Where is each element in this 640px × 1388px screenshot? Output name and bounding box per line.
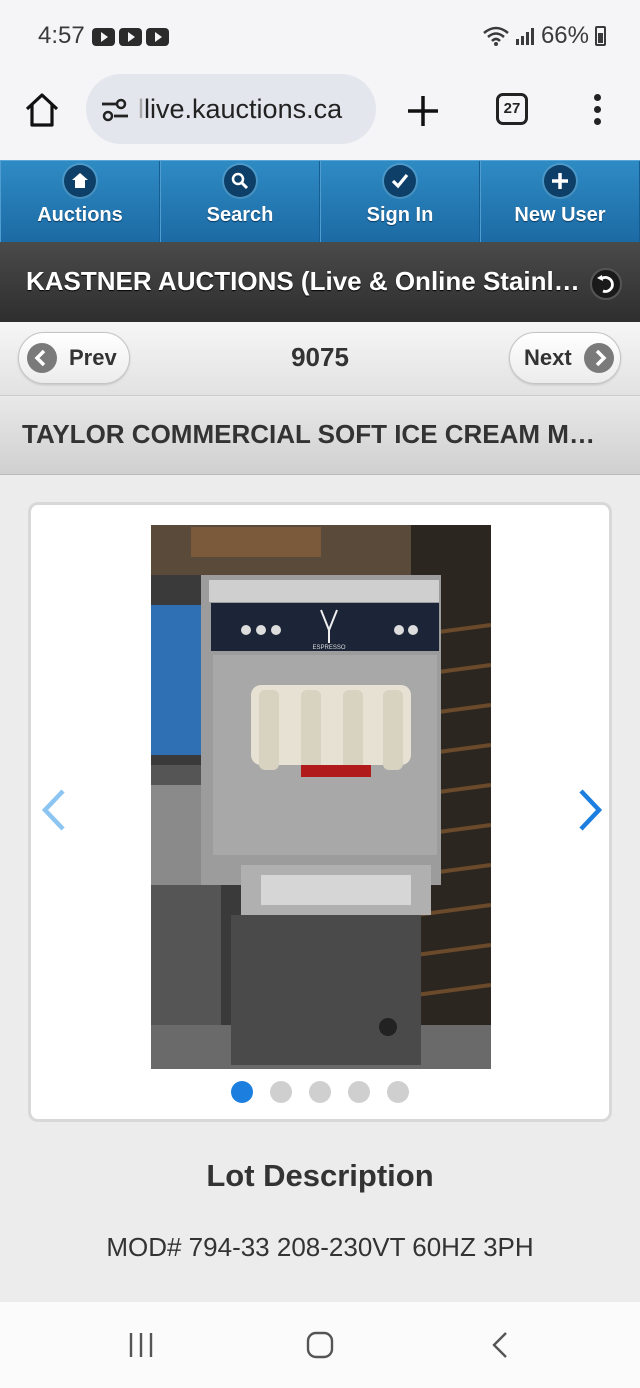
return-icon[interactable] [590,268,622,300]
photo-dot[interactable] [348,1081,370,1103]
lot-photo[interactable]: ESPRESSO [151,525,491,1069]
prev-label: Prev [69,345,117,370]
status-bar: 4:57 66% [0,0,640,72]
youtube-icon [92,28,115,46]
machine-logo-text: ESPRESSO [312,645,345,651]
plus-icon [544,165,576,197]
url-host: live.kauctions.ca [144,94,343,124]
chevron-left-icon [27,343,57,373]
lot-description-heading: Lot Description [206,1158,434,1193]
nav-item-sign-in[interactable]: Sign In [320,161,480,242]
status-time: 4:57 [38,22,85,49]
address-bar[interactable]: llive.kauctions.ca [86,74,376,144]
photo-dot[interactable] [387,1081,409,1103]
nav-label-new-user: New User [514,204,606,226]
search-icon [224,165,256,197]
lot-description: MOD# 794-33 208-230VT 60HZ 3PH [106,1232,534,1262]
system-nav-bar [0,1302,640,1388]
photo-dot[interactable] [309,1081,331,1103]
home-circle-icon[interactable] [305,1330,335,1360]
photo-pagination [231,1081,409,1103]
nav-item-search[interactable]: Search [160,161,320,242]
nav-label-auctions: Auctions [37,204,123,226]
auction-header: KASTNER AUCTIONS (Live & Online Stainles… [0,242,640,322]
chevron-left-icon[interactable] [39,785,69,835]
youtube-icon [146,28,169,46]
check-icon [384,165,416,197]
site-nav: Auctions Search Sign In New User [0,160,640,242]
battery-icon [595,26,606,46]
nav-item-new-user[interactable]: New User [480,161,640,242]
auction-title[interactable]: KASTNER AUCTIONS (Live & Online Stainles… [26,266,586,297]
nav-item-auctions[interactable]: Auctions [0,161,160,242]
home-icon [64,165,96,197]
battery-percent: 66% [540,22,589,49]
lot-pager: Prev 9075 Next [0,322,640,396]
home-icon[interactable] [22,90,62,130]
signal-icon [515,28,534,45]
next-label: Next [524,345,572,370]
chevron-right-icon [583,343,614,373]
wifi-icon [483,26,509,46]
url-text: llive.kauctions.ca [138,94,342,125]
notification-icons [92,28,169,46]
browser-toolbar: llive.kauctions.ca 27 [0,72,640,160]
photo-dot[interactable] [231,1081,253,1103]
tab-switcher-button[interactable]: 27 [496,93,528,125]
photo-dot[interactable] [270,1081,292,1103]
lot-number: 9075 [291,342,349,372]
prev-button[interactable]: Prev [18,332,130,384]
youtube-icon [119,28,142,46]
chevron-right-icon[interactable] [575,785,605,835]
lot-title: TAYLOR COMMERCIAL SOFT ICE CREAM MACHINE [22,419,612,449]
site-settings-icon[interactable] [100,96,130,124]
lot-title-bar: TAYLOR COMMERCIAL SOFT ICE CREAM MACHINE [0,397,640,475]
more-menu-icon[interactable] [592,94,602,128]
photo-gallery: ESPRESSO [28,502,612,1122]
next-button[interactable]: Next [509,332,621,384]
lot-content: ESPRESSO Lot Description MOD# 794-33 208… [0,476,640,1302]
nav-label-search: Search [206,204,274,226]
system-status: 66% [483,22,606,50]
new-tab-icon[interactable] [404,92,442,130]
back-icon[interactable] [486,1330,516,1360]
recent-apps-icon[interactable] [127,1330,157,1360]
nav-label-sign-in: Sign In [366,204,434,226]
